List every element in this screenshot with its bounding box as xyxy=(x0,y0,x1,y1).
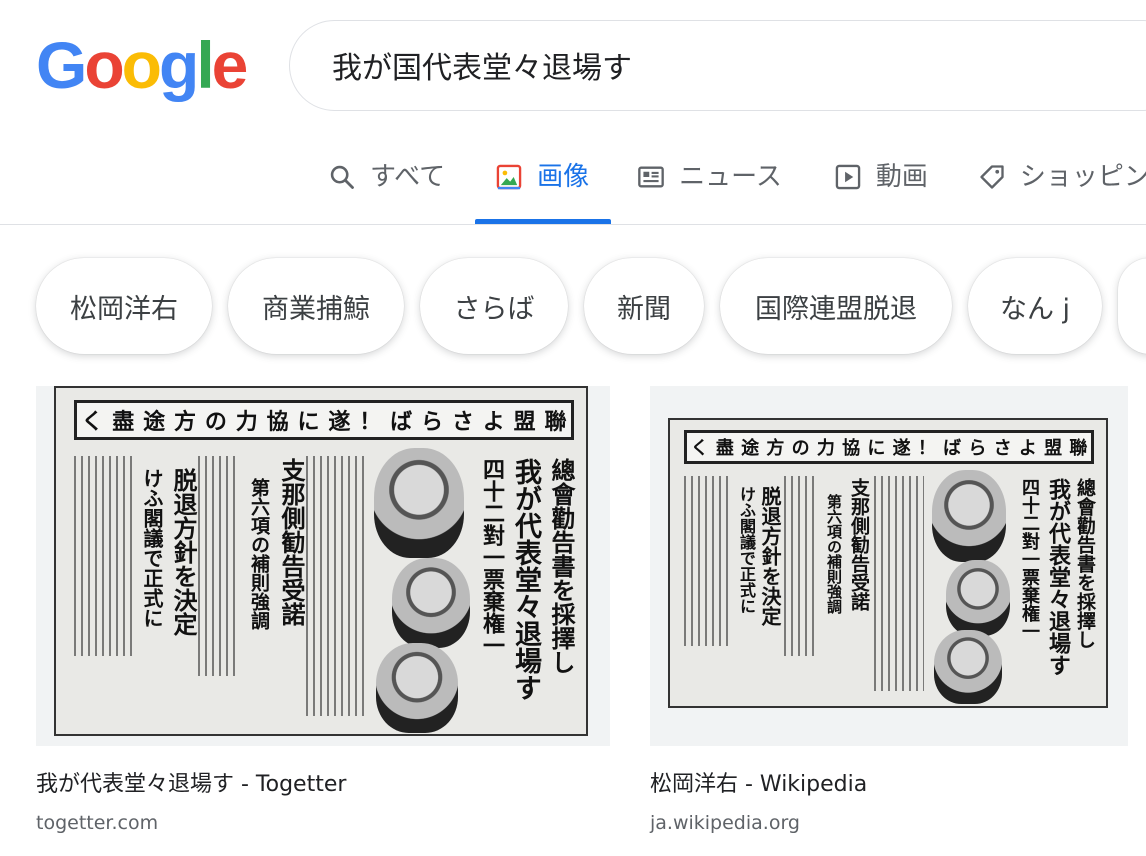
article-headline: 第六項の補則強調 xyxy=(824,494,845,664)
logo-letter: o xyxy=(84,28,124,102)
result-thumbnail[interactable]: く 盡 途 方 の 力 協 に 遂 ！ ば ら さ よ 盟 聯 けふ閣議で正式に… xyxy=(650,386,1128,746)
result-site: togetter.com xyxy=(36,812,159,834)
portrait-image xyxy=(376,643,458,733)
chip-nan-j[interactable]: なん j xyxy=(968,258,1102,354)
play-icon xyxy=(835,164,861,190)
tab-news[interactable]: ニュース xyxy=(637,150,782,224)
search-icon xyxy=(330,165,354,189)
result-site: ja.wikipedia.org xyxy=(650,812,800,834)
newspaper-image: く 盡 途 方 の 力 協 に 遂 ！ ば ら さ よ 盟 聯 けふ閣議で正式に… xyxy=(668,418,1108,708)
logo-letter: o xyxy=(121,28,162,102)
logo-letter: l xyxy=(196,28,214,102)
tab-label: すべて xyxy=(370,162,446,192)
article-headline: 第六項の補則強調 xyxy=(246,478,273,678)
portrait-image xyxy=(934,630,1002,704)
chip-league-withdrawal[interactable]: 国際連盟脱退 xyxy=(720,258,952,354)
logo-letter: G xyxy=(36,28,87,102)
article-headline: 脱退方針を決定 xyxy=(756,486,785,656)
tag-icon xyxy=(980,165,1004,189)
tabs-divider xyxy=(0,224,1146,225)
tab-images[interactable]: 画像 xyxy=(475,150,612,224)
article-headline: 我が代表堂々退場す xyxy=(506,458,545,718)
article-headline: 脱退方針を決定 xyxy=(166,468,201,668)
article-headline: 支那側勧告受諾 xyxy=(846,478,873,648)
newspaper-banner: く 盡 途 方 の 力 協 に 遂 ！ ば ら さ よ 盟 聯 xyxy=(684,430,1094,464)
article-headline: 我が代表堂々退場す xyxy=(1042,478,1074,698)
article-headline: 四十二對一票棄権一 xyxy=(1016,478,1042,698)
tab-label: 画像 xyxy=(537,162,590,192)
tab-all[interactable]: すべて xyxy=(328,150,445,224)
search-input[interactable] xyxy=(332,43,1132,87)
portrait-image xyxy=(374,448,464,558)
chip-saraba[interactable]: さらば xyxy=(420,258,568,354)
search-tabs: すべて 画像 ニュース 動画 ショッピング xyxy=(328,150,1146,224)
article-headline: けふ閣議で正式に xyxy=(138,468,167,668)
chip-more[interactable] xyxy=(1118,258,1146,354)
article-headline: けふ閣議で正式に xyxy=(734,486,758,656)
tab-label: 動画 xyxy=(875,162,928,192)
tab-shopping[interactable]: ショッピング xyxy=(978,150,1146,224)
image-result[interactable]: く 盡 途 方 の 力 協 に 遂 ！ ば ら さ よ 盟 聯 けふ閣議で正式に… xyxy=(650,386,1128,834)
image-result[interactable]: く 盡 途 方 の 力 協 に 遂 ！ ば ら さ よ 盟 聯 けふ閣議で正式に… xyxy=(36,386,610,834)
google-logo[interactable]: G o o g l e xyxy=(36,28,249,102)
related-chips: 松岡洋右 商業捕鯨 さらば 新聞 国際連盟脱退 なん j xyxy=(36,258,1146,354)
result-title[interactable]: 我が代表堂々退場す - Togetter xyxy=(36,766,610,798)
portrait-image xyxy=(946,560,1010,636)
chip-matsuoka[interactable]: 松岡洋右 xyxy=(36,258,212,354)
result-thumbnail[interactable]: く 盡 途 方 の 力 協 に 遂 ！ ば ら さ よ 盟 聯 けふ閣議で正式に… xyxy=(36,386,610,746)
tab-videos[interactable]: 動画 xyxy=(834,150,928,224)
chip-newspaper[interactable]: 新聞 xyxy=(584,258,704,354)
search-box[interactable] xyxy=(289,20,1146,111)
news-icon xyxy=(638,166,664,188)
logo-letter: g xyxy=(159,28,199,102)
logo-letter: e xyxy=(211,28,249,102)
tab-label: ショッピング xyxy=(1019,162,1146,192)
image-icon xyxy=(496,164,522,190)
result-title[interactable]: 松岡洋右 - Wikipedia xyxy=(650,766,1128,798)
newspaper-banner: く 盡 途 方 の 力 協 に 遂 ！ ば ら さ よ 盟 聯 xyxy=(74,400,574,440)
tab-label: ニュース xyxy=(679,162,782,192)
article-headline: 支那側勧告受諾 xyxy=(274,458,309,658)
portrait-image xyxy=(392,558,470,648)
article-headline: 總會勸告書を採擇し xyxy=(1072,478,1099,698)
newspaper-image: く 盡 途 方 の 力 協 に 遂 ！ ば ら さ よ 盟 聯 けふ閣議で正式に… xyxy=(54,386,588,736)
article-headline: 總會勸告書を採擇し xyxy=(544,458,579,718)
portrait-image xyxy=(932,470,1006,562)
article-headline: 四十二對一票棄権一 xyxy=(476,458,508,718)
chip-whaling[interactable]: 商業捕鯨 xyxy=(228,258,404,354)
